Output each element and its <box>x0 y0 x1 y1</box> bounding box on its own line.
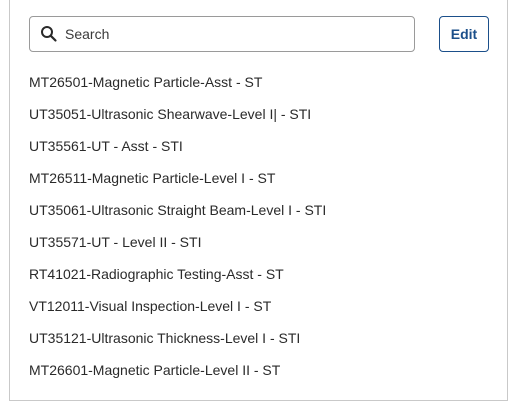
search-icon <box>40 25 58 43</box>
search-row: Edit <box>29 16 489 52</box>
list-item[interactable]: UT35121-Ultrasonic Thickness-Level I - S… <box>29 322 499 354</box>
item-list: MT26501-Magnetic Particle-Asst - ST UT35… <box>29 66 499 386</box>
search-input[interactable] <box>65 26 365 42</box>
search-box[interactable] <box>29 16 415 52</box>
list-item[interactable]: MT26511-Magnetic Particle-Level I - ST <box>29 162 499 194</box>
list-item[interactable]: UT35061-Ultrasonic Straight Beam-Level I… <box>29 194 499 226</box>
list-item[interactable]: UT35561-UT - Asst - STI <box>29 130 499 162</box>
list-item[interactable]: MT26601-Magnetic Particle-Level II - ST <box>29 354 499 386</box>
selection-panel: Edit MT26501-Magnetic Particle-Asst - ST… <box>9 0 508 401</box>
edit-button[interactable]: Edit <box>439 16 489 52</box>
list-item[interactable]: MT26501-Magnetic Particle-Asst - ST <box>29 66 499 98</box>
list-item[interactable]: UT35051-Ultrasonic Shearwave-Level I| - … <box>29 98 499 130</box>
list-item[interactable]: UT35571-UT - Level II - STI <box>29 226 499 258</box>
list-item[interactable]: RT41021-Radiographic Testing-Asst - ST <box>29 258 499 290</box>
list-item[interactable]: VT12011-Visual Inspection-Level I - ST <box>29 290 499 322</box>
